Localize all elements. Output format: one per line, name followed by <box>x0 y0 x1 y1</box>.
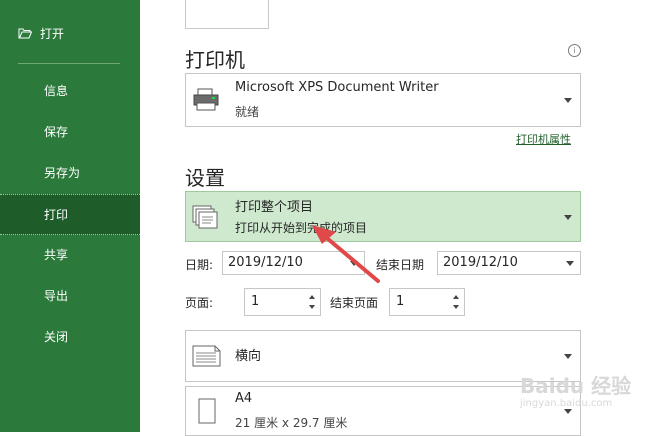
sidebar-item-label: 打印 <box>44 208 69 222</box>
page-end-spinner[interactable]: 1 <box>389 288 465 316</box>
orientation-value: 横向 <box>235 349 262 364</box>
sidebar-item-label: 另存为 <box>44 165 81 180</box>
paper-size: 21 厘米 x 29.7 厘米 <box>235 416 348 430</box>
sidebar-item-open-label: 打开 <box>40 26 65 41</box>
chevron-down-icon <box>564 409 572 414</box>
sidebar-item-label: 导出 <box>44 288 69 303</box>
spin-down-icon[interactable] <box>309 305 315 309</box>
end-date-select[interactable]: 2019/12/10 <box>437 251 581 275</box>
sidebar-item-save-as[interactable]: 另存为 <box>0 153 140 191</box>
chevron-down-icon <box>350 261 358 266</box>
printer-icon <box>192 87 220 117</box>
print-scope-subtitle: 打印从开始到完成的项目 <box>235 221 368 235</box>
backstage-sidebar: 打开 信息 保存 另存为 打印 共享 导出 关闭 <box>0 0 140 432</box>
page-start-spinner[interactable]: 1 <box>244 288 321 316</box>
sidebar-item-label: 关闭 <box>44 329 69 344</box>
sidebar-item-share[interactable]: 共享 <box>0 235 140 273</box>
end-date-label: 结束日期 <box>376 258 425 272</box>
info-icon[interactable]: i <box>568 44 581 57</box>
chevron-down-icon <box>566 261 574 266</box>
printer-section-title: 打印机 <box>185 48 245 72</box>
landscape-page-icon <box>192 344 222 372</box>
sidebar-divider <box>18 63 120 64</box>
paper-name: A4 <box>235 391 253 406</box>
sidebar-item-save[interactable]: 保存 <box>0 112 140 150</box>
sidebar-item-close[interactable]: 关闭 <box>0 317 140 355</box>
settings-section-title: 设置 <box>185 166 225 190</box>
sidebar-item-label: 共享 <box>44 247 69 262</box>
watermark-logo: Baidu 经验 <box>520 374 632 398</box>
chevron-down-icon <box>564 98 572 103</box>
print-scope-dropdown[interactable]: 打印整个项目 打印从开始到完成的项目 <box>185 191 581 242</box>
end-page-label: 结束页面 <box>330 296 379 310</box>
end-date-value: 2019/12/10 <box>443 255 518 270</box>
sidebar-item-label: 信息 <box>44 83 69 98</box>
date-label: 日期: <box>185 258 214 272</box>
spin-up-icon[interactable] <box>309 295 315 299</box>
copies-box-fragment <box>185 0 269 29</box>
portrait-page-icon <box>198 398 216 428</box>
watermark-url: jingyan.baidu.com <box>520 398 613 409</box>
sidebar-item-print[interactable]: 打印 <box>0 194 140 235</box>
page-end-value: 1 <box>396 294 405 309</box>
page-label: 页面: <box>185 296 214 310</box>
folder-open-icon <box>18 27 32 39</box>
spin-down-icon[interactable] <box>453 305 459 309</box>
pages-stack-icon <box>191 204 221 234</box>
page-start-value: 1 <box>251 294 260 309</box>
spin-up-icon[interactable] <box>453 295 459 299</box>
chevron-down-icon <box>564 214 572 220</box>
sidebar-item-info[interactable]: 信息 <box>0 71 140 109</box>
printer-dropdown[interactable]: Microsoft XPS Document Writer 就绪 <box>185 73 581 127</box>
start-date-value: 2019/12/10 <box>228 255 303 270</box>
sidebar-item-export[interactable]: 导出 <box>0 276 140 314</box>
sidebar-item-open[interactable]: 打开 <box>0 14 140 52</box>
start-date-select[interactable]: 2019/12/10 <box>222 251 365 275</box>
print-scope-title: 打印整个项目 <box>235 200 314 215</box>
printer-status: 就绪 <box>235 105 260 119</box>
printer-properties-link[interactable]: 打印机属性 <box>516 131 571 147</box>
printer-name: Microsoft XPS Document Writer <box>235 80 439 95</box>
chevron-down-icon <box>564 354 572 359</box>
sidebar-item-label: 保存 <box>44 124 69 139</box>
